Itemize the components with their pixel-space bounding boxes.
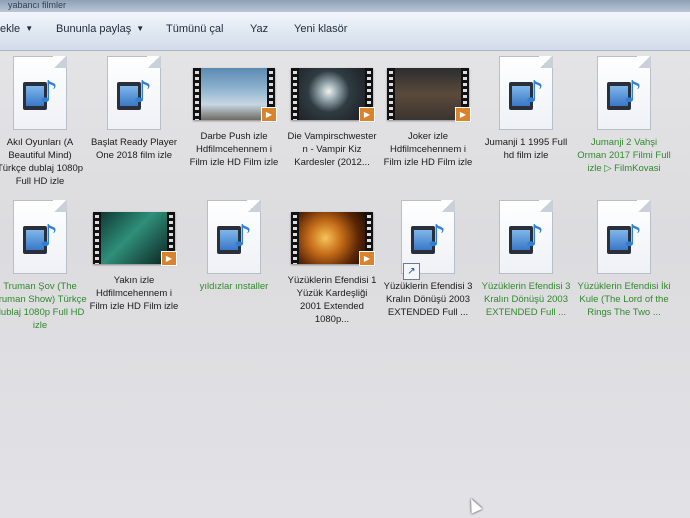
media-file-icon: ♪ xyxy=(593,200,655,276)
file-item[interactable]: ♪ Yüzüklerin Efendisi İki Kule (The Lord … xyxy=(575,200,673,319)
command-bar: ekle ▼ Bununla paylaş ▼ Tümünü çal Yaz Yen… xyxy=(0,12,690,51)
organize-label: ekle xyxy=(0,23,21,35)
video-frame xyxy=(395,68,461,120)
page-fold xyxy=(53,200,67,212)
file-item[interactable]: ▶ Yüzüklerin Efendisi 1 Yüzük Kardeşliği … xyxy=(283,200,381,326)
file-name-label: yıldızlar ınstaller xyxy=(199,281,269,292)
play-badge-icon: ▶ xyxy=(261,107,277,122)
video-frame xyxy=(299,212,365,264)
media-file-icon: ♪ xyxy=(495,200,557,276)
chevron-down-icon: ▼ xyxy=(25,24,34,33)
file-item[interactable]: ♪ Jumanji 1 1995 Full hd film izle xyxy=(477,56,575,162)
shortcut-arrow-icon: ↗ xyxy=(403,263,420,280)
film-strip-left xyxy=(93,212,101,264)
music-note-icon: ♪ xyxy=(623,219,643,254)
music-note-icon: ♪ xyxy=(39,219,59,254)
media-file-icon: ♪ xyxy=(495,56,557,132)
media-file-icon: ♪ xyxy=(103,56,165,132)
file-name-label: Başlat Ready Player One 2018 film izle xyxy=(90,137,178,161)
file-grid: ♪ Akıl Oyunları (A Beautiful Mind) Türkçe… xyxy=(0,50,690,518)
music-note-icon: ♪ xyxy=(427,219,447,254)
share-button[interactable]: Bununla paylaş ▼ xyxy=(56,23,144,35)
file-item[interactable]: ♪ Yüzüklerin Efendisi 3 Kralın Dönüşü 200… xyxy=(477,200,575,319)
play-badge-icon: ▶ xyxy=(161,251,177,266)
page-fold xyxy=(637,200,651,212)
media-file-icon: ♪ xyxy=(9,56,71,132)
file-item[interactable]: ♪ Başlat Ready Player One 2018 film izle xyxy=(85,56,183,162)
file-name-label: Die Vampirschwester n - Vampir Kiz Karde… xyxy=(287,131,377,168)
file-item[interactable]: ♪ ↗ Yüzüklerin Efendisi 3 Kralın Dönüşü 20… xyxy=(379,200,477,319)
music-note-icon: ♪ xyxy=(623,75,643,110)
video-frame xyxy=(101,212,167,264)
video-frame xyxy=(299,68,365,120)
page-fold xyxy=(247,200,261,212)
file-name-label: Yüzüklerin Efendisi 3 Kralın Dönüşü 2003… xyxy=(481,281,571,318)
file-name-label: Joker izle Hdfilmcehennem i Film izle HD… xyxy=(383,131,473,168)
music-note-icon: ♪ xyxy=(233,219,253,254)
music-note-icon: ♪ xyxy=(133,75,153,110)
file-name-label: Jumanji 2 Vahşi Orman 2017 Filmi Full iz… xyxy=(577,137,671,174)
video-thumbnail: ▶ xyxy=(291,68,375,122)
play-badge-icon: ▶ xyxy=(359,107,375,122)
file-name-label: Truman Şov (The Truman Show) Türkçe dubl… xyxy=(0,281,87,331)
file-name-label: Akıl Oyunları (A Beautiful Mind) Türkçe … xyxy=(0,137,84,187)
file-name-label: Yüzüklerin Efendisi 3 Kralın Dönüşü 2003… xyxy=(383,281,473,318)
share-label: Bununla paylaş xyxy=(56,23,132,35)
window-title-bar: yabancı filmler xyxy=(0,0,690,12)
film-strip-left xyxy=(291,68,299,120)
play-badge-icon: ▶ xyxy=(359,251,375,266)
video-thumbnail: ▶ xyxy=(193,68,277,122)
burn-button[interactable]: Yaz xyxy=(250,23,268,35)
play-all-button[interactable]: Tümünü çal xyxy=(166,23,223,35)
page-fold xyxy=(539,200,553,212)
page-fold xyxy=(441,200,455,212)
chevron-down-icon: ▼ xyxy=(136,24,145,33)
video-thumbnail: ▶ xyxy=(291,212,375,266)
video-frame xyxy=(201,68,267,120)
media-file-icon: ♪ xyxy=(203,200,265,276)
file-name-label: Jumanji 1 1995 Full hd film izle xyxy=(484,137,568,161)
media-file-icon: ♪ xyxy=(593,56,655,132)
file-item[interactable]: ♪ Jumanji 2 Vahşi Orman 2017 Filmi Full i… xyxy=(575,56,673,175)
media-file-icon: ♪ ↗ xyxy=(397,200,459,280)
file-name-label: Yüzüklerin Efendisi 1 Yüzük Kardeşliği 2… xyxy=(287,275,377,325)
file-item[interactable]: ♪ yıldızlar ınstaller xyxy=(185,200,283,293)
window-title: yabancı filmler xyxy=(8,0,67,10)
file-item[interactable]: ▶ Die Vampirschwester n - Vampir Kiz Kard… xyxy=(283,56,381,169)
organize-button[interactable]: ekle ▼ xyxy=(0,23,33,35)
new-folder-button[interactable]: Yeni klasör xyxy=(294,23,347,35)
page-fold xyxy=(637,56,651,68)
file-name-label: Yakın izle Hdfilmcehennem i Film izle HD… xyxy=(89,275,179,312)
file-item[interactable]: ▶ Darbe Push izle Hdfilmcehennem i Film i… xyxy=(185,56,283,169)
film-strip-left xyxy=(193,68,201,120)
media-file-icon: ♪ xyxy=(9,200,71,276)
film-strip-left xyxy=(387,68,395,120)
music-note-icon: ♪ xyxy=(525,75,545,110)
file-item[interactable]: ▶ Yakın izle Hdfilmcehennem i Film izle H… xyxy=(85,200,183,313)
page-fold xyxy=(147,56,161,68)
page-fold xyxy=(53,56,67,68)
file-name-label: Yüzüklerin Efendisi İki Kule (The Lord o… xyxy=(577,281,671,318)
play-badge-icon: ▶ xyxy=(455,107,471,122)
film-strip-left xyxy=(291,212,299,264)
file-name-label: Darbe Push izle Hdfilmcehennem i Film iz… xyxy=(189,131,279,168)
file-item[interactable]: ♪ Truman Şov (The Truman Show) Türkçe dub… xyxy=(0,200,89,332)
file-item[interactable]: ▶ Joker izle Hdfilmcehennem i Film izle H… xyxy=(379,56,477,169)
music-note-icon: ♪ xyxy=(39,75,59,110)
page-fold xyxy=(539,56,553,68)
video-thumbnail: ▶ xyxy=(93,212,177,266)
music-note-icon: ♪ xyxy=(525,219,545,254)
video-thumbnail: ▶ xyxy=(387,68,471,122)
file-item[interactable]: ♪ Akıl Oyunları (A Beautiful Mind) Türkçe… xyxy=(0,56,89,188)
